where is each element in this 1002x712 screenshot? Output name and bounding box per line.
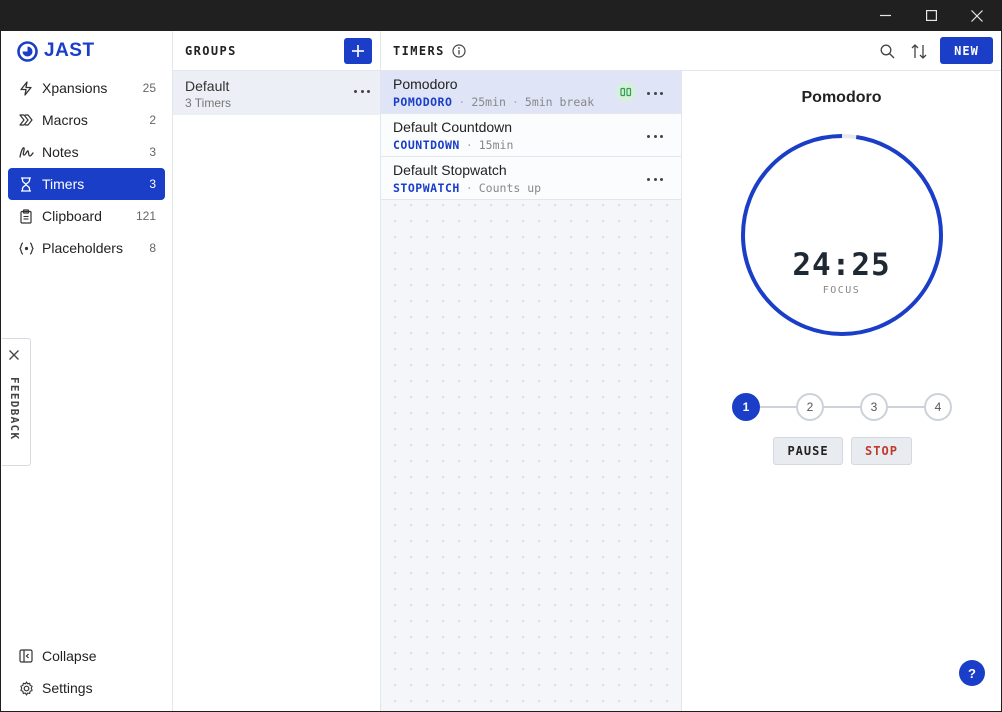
- steps-connector: [746, 406, 938, 408]
- sidebar-item-count: 8: [149, 241, 156, 255]
- group-item-default[interactable]: Default 3 Timers: [173, 71, 380, 115]
- sort-icon[interactable]: [910, 42, 928, 60]
- timer-duration: 25min: [471, 95, 506, 109]
- timers-title: TIMERS: [393, 43, 445, 58]
- minimize-icon: [879, 14, 891, 17]
- more-options-icon[interactable]: [354, 85, 370, 97]
- sidebar-item-placeholders[interactable]: Placeholders 8: [8, 232, 165, 264]
- step-2[interactable]: 2: [796, 393, 824, 421]
- timer-detail-title: Pomodoro: [801, 89, 882, 106]
- sidebar-item-label: Macros: [42, 112, 88, 128]
- sidebar-item-notes[interactable]: Notes 3: [8, 136, 165, 168]
- sidebar-item-label: Xpansions: [42, 80, 108, 96]
- maximize-icon: [925, 10, 937, 21]
- more-options-icon[interactable]: [647, 173, 663, 185]
- collapse-panel-icon: [18, 648, 34, 664]
- step-1[interactable]: 1: [732, 393, 760, 421]
- plus-icon: [352, 45, 364, 57]
- timer-remaining-time: 24:25: [792, 247, 891, 283]
- timer-meta: STOPWATCH · Counts up: [393, 181, 542, 195]
- timer-type: STOPWATCH: [393, 181, 460, 195]
- sidebar-item-label: Timers: [42, 176, 85, 192]
- sidebar-item-label: Clipboard: [42, 208, 102, 224]
- window-titlebar: [0, 0, 1002, 31]
- logo-icon: [17, 40, 38, 62]
- close-icon: [971, 9, 983, 22]
- sidebar-item-count: 3: [149, 177, 156, 191]
- timers-panel: TIMERS NEW Pomodoro POMODORO · 25min · 5min …: [381, 31, 1001, 711]
- settings-button[interactable]: Settings: [8, 672, 165, 704]
- more-options-icon[interactable]: [647, 130, 663, 142]
- minimize-button[interactable]: [862, 0, 908, 31]
- close-icon[interactable]: [9, 350, 19, 360]
- lightning-icon: [18, 80, 34, 96]
- step-3[interactable]: 3: [860, 393, 888, 421]
- progress-ring-arc: [741, 134, 943, 336]
- timer-list: Pomodoro POMODORO · 25min · 5min break Defau…: [381, 71, 681, 200]
- step-4[interactable]: 4: [924, 393, 952, 421]
- group-name: Default: [185, 78, 230, 94]
- info-icon[interactable]: [452, 43, 466, 58]
- sidebar-item-count: 121: [135, 209, 156, 223]
- help-button[interactable]: ?: [959, 660, 985, 686]
- settings-label: Settings: [42, 680, 93, 696]
- timer-meta: COUNTDOWN · 15min: [393, 138, 514, 152]
- sidebar-item-count: 2: [149, 113, 156, 127]
- groups-title: GROUPS: [185, 43, 237, 58]
- gear-icon: [18, 680, 34, 696]
- feedback-label: FEEDBACK: [8, 377, 21, 441]
- timer-name: Default Countdown: [393, 119, 513, 135]
- feedback-tab[interactable]: FEEDBACK: [2, 338, 31, 466]
- timer-item-default-stopwatch[interactable]: Default Stopwatch STOPWATCH · Counts up: [381, 157, 681, 200]
- timer-duration: Counts up: [478, 181, 542, 195]
- hourglass-icon: [18, 176, 34, 192]
- timers-header: TIMERS NEW: [381, 31, 1001, 71]
- session-steps: 1 2 3 4: [732, 393, 952, 421]
- maximize-button[interactable]: [908, 0, 954, 31]
- collapse-label: Collapse: [42, 648, 97, 664]
- collapse-button[interactable]: Collapse: [8, 640, 165, 672]
- sidebar-item-count: 25: [142, 81, 156, 95]
- app-window: JAST Xpansions 25 Macros 2 Notes 3 Timer…: [1, 31, 1001, 711]
- sidebar-item-timers[interactable]: Timers 3: [8, 168, 165, 200]
- timer-name: Default Stopwatch: [393, 162, 507, 178]
- close-window-button[interactable]: [954, 0, 1000, 31]
- chevrons-right-icon: [18, 112, 34, 128]
- sidebar-nav: Xpansions 25 Macros 2 Notes 3 Timers 3 C…: [8, 72, 165, 264]
- groups-panel: GROUPS Default 3 Timers: [173, 31, 381, 711]
- new-timer-button[interactable]: NEW: [940, 37, 993, 64]
- logo-text: JAST: [44, 40, 95, 61]
- braces-icon: [18, 240, 34, 256]
- timer-phase-label: FOCUS: [822, 285, 861, 296]
- more-options-icon[interactable]: [647, 87, 663, 99]
- sidebar-item-clipboard[interactable]: Clipboard 121: [8, 200, 165, 232]
- sidebar-bottom-nav: Collapse Settings: [8, 640, 165, 704]
- timer-break: 5min break: [524, 95, 595, 109]
- pause-button[interactable]: PAUSE: [773, 437, 843, 465]
- timer-detail-panel: Pomodoro 24:25 FOCUS 1 2 3 4 PAUSE STOP …: [682, 71, 1001, 711]
- group-count: 3 Timers: [185, 96, 232, 110]
- sidebar-item-label: Placeholders: [42, 240, 123, 256]
- add-group-button[interactable]: [344, 38, 372, 64]
- timer-type: POMODORO: [393, 95, 453, 109]
- progress-ring: [741, 134, 943, 336]
- sidebar-item-macros[interactable]: Macros 2: [8, 104, 165, 136]
- stop-button[interactable]: STOP: [851, 437, 912, 465]
- timer-item-pomodoro[interactable]: Pomodoro POMODORO · 25min · 5min break: [381, 71, 681, 114]
- clipboard-icon: [18, 208, 34, 224]
- sidebar-item-xpansions[interactable]: Xpansions 25: [8, 72, 165, 104]
- sidebar-item-label: Notes: [42, 144, 79, 160]
- timer-duration: 15min: [478, 138, 514, 152]
- scribble-icon: [18, 144, 34, 160]
- groups-header: GROUPS: [173, 31, 380, 71]
- running-indicator-icon: [616, 82, 636, 102]
- timer-item-default-countdown[interactable]: Default Countdown COUNTDOWN · 15min: [381, 114, 681, 157]
- timer-type: COUNTDOWN: [393, 138, 460, 152]
- app-logo[interactable]: JAST: [17, 40, 95, 62]
- search-icon[interactable]: [878, 42, 896, 60]
- sidebar-item-count: 3: [149, 145, 156, 159]
